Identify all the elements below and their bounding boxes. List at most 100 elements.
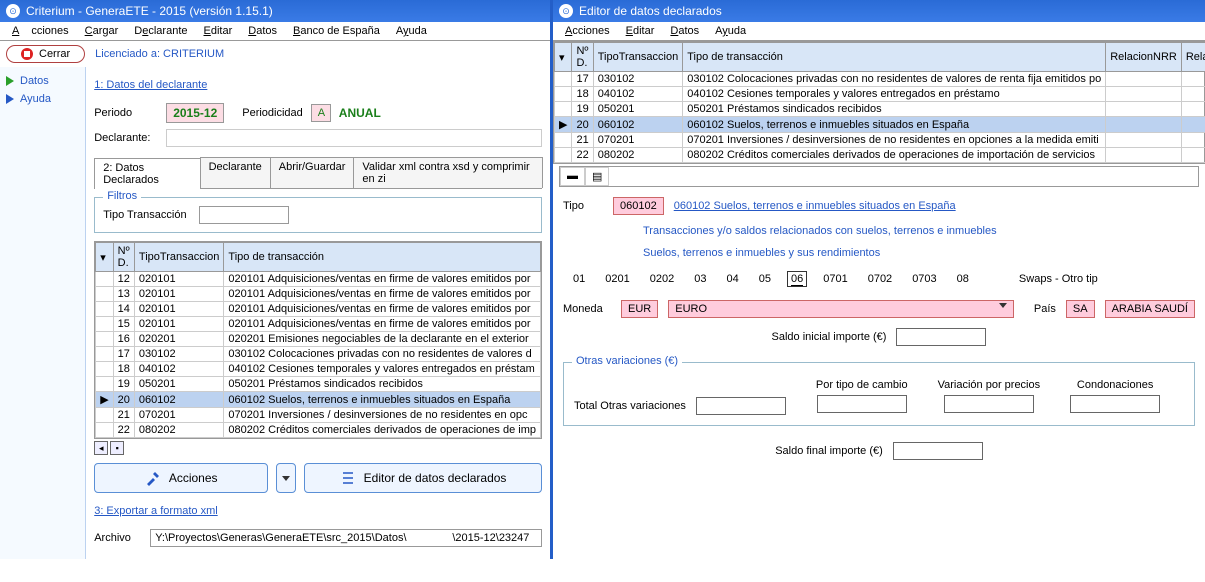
scroll-left-button[interactable]: ◂ [94,441,108,455]
wrench-icon [145,470,161,486]
editor-menu-bar: Acciones Editar Datos Ayuda [553,22,1205,41]
menu-acciones[interactable]: Acciones [6,25,75,37]
periodicidad-text: ANUAL [339,106,381,120]
sidebar-item-datos[interactable]: Datos [6,75,79,87]
grid-col-ptr[interactable]: ▾ [96,243,113,272]
table-row[interactable]: 17030102030102 Colocaciones privadas con… [96,347,541,362]
code-tab-0701[interactable]: 0701 [823,273,847,286]
mini-tab-2[interactable]: ▤ [585,167,609,186]
table-row[interactable]: 18040102040102 Cesiones temporales y val… [555,87,1205,102]
table-row[interactable]: 17030102030102 Colocaciones privadas con… [555,72,1205,87]
section-3-link[interactable]: 3: Exportar a formato xml [94,505,218,517]
code-tab-04[interactable]: 04 [726,273,738,286]
table-row[interactable]: 14020101020101 Adquisiciones/ventas en f… [96,302,541,317]
acciones-button[interactable]: Acciones [94,463,268,493]
menu-datos[interactable]: Datos [242,25,283,37]
menu-declarante[interactable]: Declarante [128,25,193,37]
tab-abrir-guardar[interactable]: Abrir/Guardar [270,157,355,188]
menu-ayuda[interactable]: Ayuda [709,25,752,37]
grid-body: 12020101020101 Adquisiciones/ventas en f… [96,272,541,438]
periodicidad-code: A [311,104,331,122]
declarados-grid[interactable]: ▾ Nº D. TipoTransaccion Tipo de transacc… [94,241,542,439]
scroll-thumb[interactable]: ▪ [110,441,124,455]
table-row[interactable]: 22080202080202 Créditos comerciales deri… [96,423,541,438]
table-row[interactable]: 22080202080202 Créditos comerciales deri… [555,148,1205,163]
code-tabs: 01020102020304050607010702070308Swaps - … [563,269,1195,290]
arrow-right-icon [6,76,14,86]
code-tab-06[interactable]: 06 [791,273,803,286]
code-tab-05[interactable]: 05 [759,273,771,286]
grid-col-num[interactable]: Nº D. [113,243,134,272]
grid-col-desc[interactable]: Tipo de transacción [683,43,1106,72]
code-tab-0201[interactable]: 0201 [605,273,629,286]
moneda-dropdown[interactable]: EURO [668,300,1014,318]
otras-variaciones-group: Otras variaciones (€) Total Otras variac… [563,362,1195,426]
table-row[interactable]: ▶20060102060102 Suelos, terrenos e inmue… [96,392,541,408]
code-tab-0202[interactable]: 0202 [650,273,674,286]
var-precios-label: Variación por precios [938,379,1041,391]
sidebar-item-ayuda[interactable]: Ayuda [6,93,79,105]
tipo-code: 060102 [613,197,664,215]
moneda-label: Moneda [563,303,611,315]
declarante-field [166,129,542,147]
table-row[interactable]: 16020201020201 Emisiones negociables de … [96,332,541,347]
archivo-input[interactable] [150,529,542,547]
grid-col-desc[interactable]: Tipo de transacción [224,243,541,272]
table-row[interactable]: 19050201050201 Préstamos sindicados reci… [96,377,541,392]
grid-col-rel1[interactable]: RelacionNRR [1106,43,1182,72]
table-row[interactable]: ▶20060102060102 Suelos, terrenos e inmue… [555,117,1205,133]
tabs: 2: Datos Declarados Declarante Abrir/Gua… [94,157,542,189]
saldo-final-input[interactable] [893,442,983,460]
periodo-value: 2015-12 [166,103,224,123]
code-tab-03[interactable]: 03 [694,273,706,286]
cerrar-button[interactable]: Cerrar [6,45,85,63]
tab-declarante[interactable]: Declarante [200,157,271,188]
menu-editar[interactable]: Editar [198,25,239,37]
table-row[interactable]: 19050201050201 Préstamos sindicados reci… [555,102,1205,117]
tab-validar[interactable]: Validar xml contra xsd y comprimir en zi [353,157,543,188]
menu-datos[interactable]: Datos [664,25,705,37]
tab-datos-declarados[interactable]: 2: Datos Declarados [94,158,200,189]
acciones-dropdown[interactable] [276,463,296,493]
code-tab-01[interactable]: 01 [573,273,585,286]
periodicidad-label: Periodicidad [242,107,303,119]
grid-col-ptr[interactable]: ▾ [555,43,572,72]
code-tab-0703[interactable]: 0703 [912,273,936,286]
otras-variaciones-legend: Otras variaciones (€) [572,355,682,367]
table-row[interactable]: 15020101020101 Adquisiciones/ventas en f… [96,317,541,332]
menu-acciones[interactable]: Acciones [559,25,616,37]
editor-mini-toolbar: ▬ ▤ [559,166,1199,187]
list-icon [340,470,356,486]
table-row[interactable]: 13020101020101 Adquisiciones/ventas en f… [96,287,541,302]
code-tab-0702[interactable]: 0702 [868,273,892,286]
grid-col-code[interactable]: TipoTransaccion [134,243,224,272]
var-precios-input[interactable] [944,395,1034,413]
table-row[interactable]: 21070201070201 Inversiones / desinversio… [555,133,1205,148]
editor-grid[interactable]: ▾ Nº D. TipoTransaccion Tipo de transacc… [553,41,1205,164]
table-row[interactable]: 21070201070201 Inversiones / desinversio… [96,408,541,423]
menu-banco[interactable]: Banco de España [287,25,386,37]
menu-ayuda[interactable]: Ayuda [390,25,433,37]
condonaciones-label: Condonaciones [1077,379,1153,391]
stop-icon [21,48,33,60]
grid-col-rel2[interactable]: Relación [1181,43,1205,72]
table-row[interactable]: 12020101020101 Adquisiciones/ventas en f… [96,272,541,287]
por-cambio-input[interactable] [817,395,907,413]
tipo-transaccion-label: Tipo Transacción [103,209,186,221]
condonaciones-input[interactable] [1070,395,1160,413]
editor-button[interactable]: Editor de datos declarados [304,463,542,493]
saldo-inicial-input[interactable] [896,328,986,346]
menu-cargar[interactable]: Cargar [79,25,125,37]
tipo-desc[interactable]: 060102 Suelos, terrenos e inmuebles situ… [674,200,956,212]
chevron-down-icon [999,303,1007,308]
grid-col-num[interactable]: Nº D. [572,43,593,72]
grid-col-code[interactable]: TipoTransaccion [593,43,683,72]
mini-tab-1[interactable]: ▬ [560,167,585,186]
code-tab-08[interactable]: 08 [957,273,969,286]
section-1-link[interactable]: 1: Datos del declarante [94,79,207,91]
total-otras-input[interactable] [696,397,786,415]
app-icon: ⊙ [6,4,20,18]
table-row[interactable]: 18040102040102 Cesiones temporales y val… [96,362,541,377]
tipo-transaccion-input[interactable] [199,206,289,224]
menu-editar[interactable]: Editar [620,25,661,37]
